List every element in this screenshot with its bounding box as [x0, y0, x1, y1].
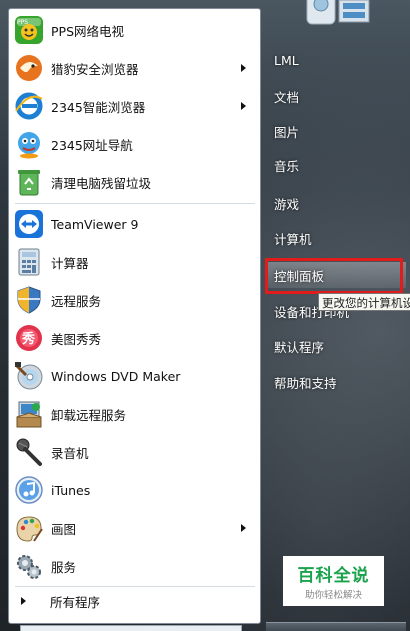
microphone-icon — [16, 438, 42, 466]
program-label: 2345网址导航 — [51, 137, 133, 153]
programs-list-pane: PPS PPS网络电视 猎豹安全浏览器 2345智能浏览器 2345网址导航 清… — [8, 8, 261, 624]
start-menu: PPS PPS网络电视 猎豹安全浏览器 2345智能浏览器 2345网址导航 清… — [0, 0, 410, 631]
control-panel-tooltip: 更改您的计算机设 — [318, 293, 410, 311]
program-item-2345-browser[interactable]: 2345智能浏览器 — [9, 87, 260, 125]
submenu-arrow-icon — [241, 102, 246, 110]
submenu-arrow-icon — [241, 64, 246, 72]
watermark-title: 百科全说 — [297, 566, 370, 586]
program-item-cheetah-browser[interactable]: 猎豹安全浏览器 — [9, 49, 260, 87]
program-item-teamviewer[interactable]: TeamViewer 9 — [9, 205, 260, 243]
documents-label: 文档 — [274, 89, 300, 105]
all-programs-button[interactable]: 所有程序 — [9, 587, 260, 615]
teamviewer-icon — [15, 210, 43, 238]
search-box[interactable] — [20, 625, 242, 631]
services-gears-icon — [17, 555, 41, 579]
program-item-remote-service[interactable]: 远程服务 — [9, 281, 260, 319]
recycle-cleanup-icon — [18, 170, 40, 196]
program-item-meitu[interactable]: 秀 美图秀秀 — [9, 319, 260, 357]
computer-item[interactable]: 计算机 — [266, 225, 406, 251]
shutdown-area[interactable] — [266, 622, 406, 631]
uninstall-icon — [16, 401, 42, 428]
program-item-services[interactable]: 服务 — [9, 547, 260, 585]
itunes-icon — [15, 476, 43, 504]
paint-palette-icon — [16, 516, 43, 542]
program-item-cleanup[interactable]: 清理电脑残留垃圾 — [9, 163, 260, 201]
pps-tv-icon: PPS — [15, 16, 43, 44]
program-item-sound-recorder[interactable]: 录音机 — [9, 433, 260, 471]
baike-watermark: 百科全说 助你轻松解决 — [283, 556, 384, 606]
svg-text:秀: 秀 — [21, 331, 36, 347]
games-label: 游戏 — [274, 196, 300, 212]
default-programs-label: 默认程序 — [274, 339, 325, 355]
program-item-pps[interactable]: PPS PPS网络电视 — [9, 11, 260, 49]
music-item[interactable]: 音乐 — [266, 152, 406, 178]
watermark-subtitle: 助你轻松解决 — [304, 590, 362, 601]
program-label: 猎豹安全浏览器 — [51, 61, 139, 77]
program-label: TeamViewer 9 — [51, 216, 139, 232]
help-support-label: 帮助和支持 — [274, 375, 337, 391]
cheetah-browser-icon — [16, 55, 42, 81]
calculator-icon — [18, 248, 40, 276]
program-item-calculator[interactable]: 计算器 — [9, 243, 260, 281]
program-label: 录音机 — [51, 445, 89, 461]
program-label: PPS网络电视 — [51, 23, 125, 39]
triangle-right-icon — [21, 597, 26, 605]
pinned-separator — [15, 203, 255, 204]
program-item-dvd-maker[interactable]: Windows DVD Maker — [9, 357, 260, 395]
2345-navigation-icon — [18, 132, 40, 159]
ie-2345-browser-icon — [15, 92, 43, 120]
user-folder-item[interactable]: LML — [266, 47, 406, 73]
user-folder-label: LML — [274, 52, 299, 68]
all-programs-label: 所有程序 — [50, 594, 101, 610]
program-label: 远程服务 — [51, 293, 102, 309]
user-picture-icon[interactable] — [305, 0, 373, 30]
program-label: iTunes — [51, 482, 91, 498]
program-label: 清理电脑残留垃圾 — [51, 175, 152, 191]
program-label: 服务 — [51, 559, 77, 575]
program-label: Windows DVD Maker — [51, 368, 181, 384]
pictures-label: 图片 — [274, 124, 300, 140]
svg-text:PPS: PPS — [17, 19, 28, 26]
program-item-uninstall-remote-service[interactable]: 卸载远程服务 — [9, 395, 260, 433]
default-programs-item[interactable]: 默认程序 — [266, 333, 406, 359]
pictures-item[interactable]: 图片 — [266, 118, 406, 144]
music-label: 音乐 — [274, 158, 300, 174]
games-item[interactable]: 游戏 — [266, 190, 406, 216]
dvd-maker-icon — [14, 362, 43, 390]
program-label: 2345智能浏览器 — [51, 99, 146, 115]
computer-label: 计算机 — [274, 231, 312, 247]
program-label: 画图 — [51, 521, 77, 537]
help-support-item[interactable]: 帮助和支持 — [266, 369, 406, 395]
documents-item[interactable]: 文档 — [266, 83, 406, 109]
shield-icon — [17, 286, 41, 314]
submenu-arrow-icon — [241, 524, 246, 532]
program-item-2345-navigation[interactable]: 2345网址导航 — [9, 125, 260, 163]
red-highlight-box — [265, 258, 403, 294]
program-label: 计算器 — [51, 255, 89, 271]
meitu-xiuxiu-icon: 秀 — [16, 325, 42, 351]
program-item-paint[interactable]: 画图 — [9, 509, 260, 547]
program-label: 卸载远程服务 — [51, 407, 127, 423]
program-item-itunes[interactable]: iTunes — [9, 471, 260, 509]
program-label: 美图秀秀 — [51, 331, 102, 347]
